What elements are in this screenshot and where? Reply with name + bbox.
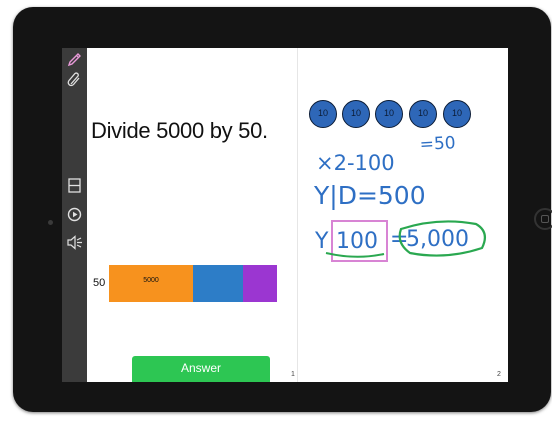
bar-segment-orange: 5000 [109, 265, 193, 302]
home-button[interactable] [534, 208, 552, 230]
left-page: Divide 5000 by 50. 50 5000 Answer 1 [87, 48, 298, 382]
page-number-right: 2 [497, 371, 501, 378]
handwriting-line3: Y|D=500 [313, 181, 426, 210]
handwriting-canvas: =50 ×2-100 Y|D=500 Y 100 = 5,000 [313, 133, 487, 262]
handwriting-boxed-value: 100 [336, 229, 378, 254]
layout-icon[interactable] [66, 177, 83, 194]
handwriting-line4-prefix: Y [314, 229, 329, 254]
camera [48, 220, 53, 225]
bar-label: 50 [93, 277, 106, 289]
handwriting-line1: =50 [419, 133, 456, 155]
bar-segment-blue [193, 265, 243, 302]
right-page: 10 10 10 10 10 =50 ×2-100 Y|D=500 Y 100 … [298, 48, 508, 382]
app-screen: Divide 5000 by 50. 50 5000 Answer 1 10 1… [62, 48, 508, 382]
toolbar [62, 48, 87, 382]
question-text: Divide 5000 by 50. [91, 118, 268, 143]
pencil-icon[interactable] [66, 51, 83, 68]
page-number-left: 1 [291, 371, 295, 378]
paperclip-icon[interactable] [66, 71, 83, 88]
bar-segment-value: 5000 [143, 277, 159, 284]
answer-button[interactable]: Answer [132, 356, 270, 382]
speaker-icon[interactable] [66, 234, 83, 251]
handwriting-circled-value: 5,000 [406, 227, 469, 252]
bar-segment-purple [243, 265, 277, 302]
handwriting-line2: ×2-100 [316, 151, 395, 175]
play-icon[interactable] [66, 206, 83, 223]
